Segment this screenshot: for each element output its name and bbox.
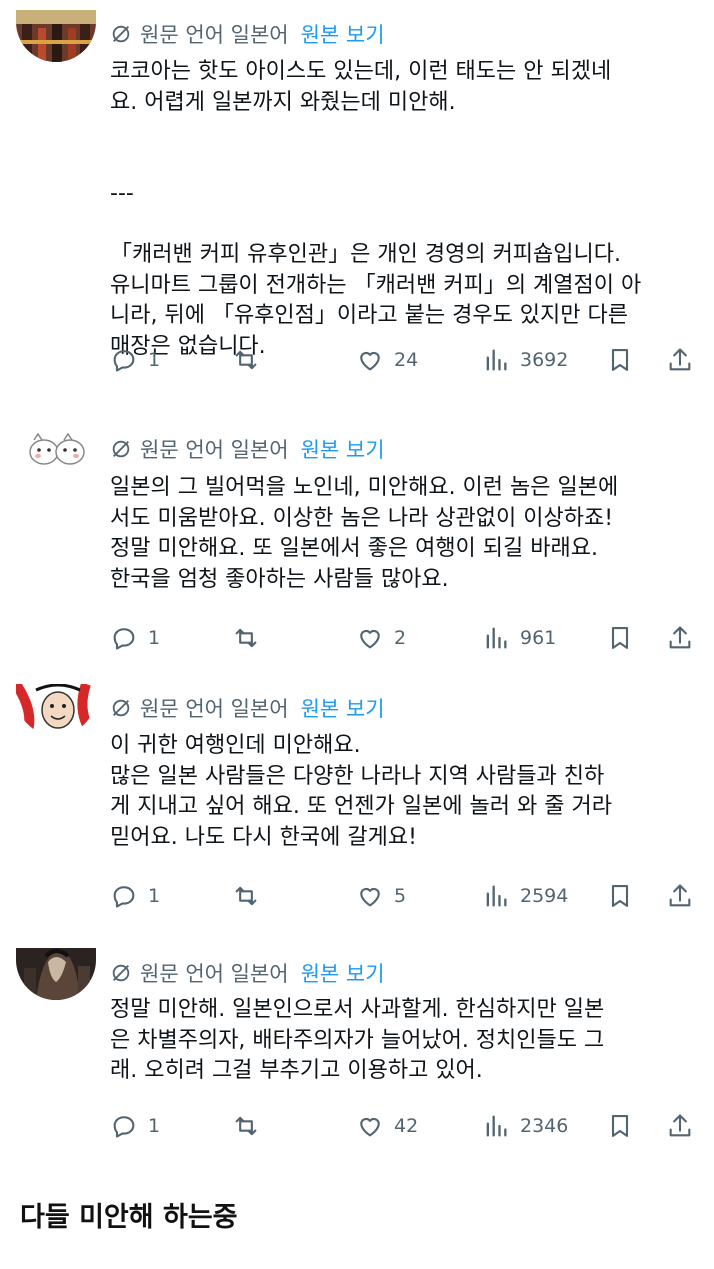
bookmark-button[interactable] bbox=[606, 624, 634, 652]
action-bar: 1 5 2594 bbox=[110, 880, 700, 912]
repost-icon bbox=[235, 628, 257, 648]
reply-text: 이 귀한 여행인데 미안해요. 많은 일본 사람들은 다양한 나라나 지역 사람… bbox=[110, 733, 612, 850]
comment-icon bbox=[113, 1116, 135, 1138]
reply-button[interactable]: 1 bbox=[110, 346, 160, 374]
reply-button[interactable]: 1 bbox=[110, 1112, 160, 1140]
like-count: 24 bbox=[394, 349, 419, 371]
view-count: 2594 bbox=[520, 885, 569, 907]
reply-count: 1 bbox=[148, 627, 161, 649]
bookmark-button[interactable] bbox=[606, 882, 634, 910]
avatar[interactable] bbox=[16, 684, 96, 736]
action-bar: 1 42 2346 bbox=[110, 1110, 700, 1142]
show-original-link[interactable]: 원본 보기 bbox=[301, 434, 385, 464]
avatar[interactable] bbox=[16, 948, 96, 1000]
views-button[interactable]: 2346 bbox=[482, 1112, 568, 1140]
bookmark-icon bbox=[611, 627, 629, 649]
view-count: 961 bbox=[520, 627, 557, 649]
like-count: 42 bbox=[394, 1115, 419, 1137]
translation-label: 원문 언어 일본어 bbox=[140, 438, 289, 462]
views-icon bbox=[486, 885, 507, 907]
bookmark-icon bbox=[611, 885, 629, 907]
like-button[interactable]: 2 bbox=[356, 624, 406, 652]
heart-icon bbox=[360, 351, 380, 371]
reply-count: 1 bbox=[148, 1115, 161, 1137]
comment-icon bbox=[113, 628, 135, 650]
repost-icon bbox=[235, 350, 257, 370]
show-original-link[interactable]: 원본 보기 bbox=[301, 693, 385, 723]
translation-label: 원문 언어 일본어 bbox=[140, 697, 289, 721]
show-original-link[interactable]: 원본 보기 bbox=[301, 958, 385, 988]
heart-icon bbox=[360, 1117, 380, 1137]
translation-notice: 원문 언어 일본어 원본 보기 bbox=[110, 434, 385, 464]
view-count: 3692 bbox=[520, 349, 569, 371]
no-translation-icon bbox=[112, 440, 130, 458]
views-button[interactable]: 2594 bbox=[482, 882, 568, 910]
repost-button[interactable] bbox=[232, 1112, 260, 1140]
like-count: 2 bbox=[394, 627, 407, 649]
share-icon bbox=[669, 626, 691, 649]
translation-label: 원문 언어 일본어 bbox=[140, 962, 289, 986]
share-button[interactable] bbox=[666, 624, 694, 652]
avatar[interactable] bbox=[16, 416, 96, 480]
views-icon bbox=[486, 349, 507, 371]
repost-button[interactable] bbox=[232, 624, 260, 652]
reply-count: 1 bbox=[148, 349, 161, 371]
share-icon bbox=[669, 1114, 691, 1137]
reply-text: 코코아는 핫도 아이스도 있는데, 이런 태도는 안 되겠네 요. 어렵게 일본… bbox=[110, 59, 642, 359]
avatar[interactable] bbox=[16, 10, 96, 62]
reply-button[interactable]: 1 bbox=[110, 882, 160, 910]
repost-icon bbox=[235, 1116, 257, 1136]
view-count: 2346 bbox=[520, 1115, 569, 1137]
heart-icon bbox=[360, 887, 380, 907]
bookmark-button[interactable] bbox=[606, 346, 634, 374]
footer-caption: 다들 미안해 하는중 bbox=[20, 1202, 238, 1233]
no-translation-icon bbox=[112, 699, 130, 717]
repost-icon bbox=[235, 886, 257, 906]
show-original-link[interactable]: 원본 보기 bbox=[301, 19, 385, 49]
views-icon bbox=[486, 1115, 507, 1137]
views-button[interactable]: 3692 bbox=[482, 346, 568, 374]
comment-icon bbox=[113, 886, 135, 908]
share-button[interactable] bbox=[666, 882, 694, 910]
translation-notice: 원문 언어 일본어 원본 보기 bbox=[110, 693, 385, 723]
views-button[interactable]: 961 bbox=[482, 624, 556, 652]
translation-notice: 원문 언어 일본어 원본 보기 bbox=[110, 958, 385, 988]
share-icon bbox=[669, 348, 691, 371]
heart-icon bbox=[360, 629, 380, 649]
like-count: 5 bbox=[394, 885, 407, 907]
like-button[interactable]: 5 bbox=[356, 882, 406, 910]
no-translation-icon bbox=[112, 25, 130, 43]
action-bar: 1 2 961 bbox=[110, 622, 700, 654]
bookmark-button[interactable] bbox=[606, 1112, 634, 1140]
share-icon bbox=[669, 884, 691, 907]
share-button[interactable] bbox=[666, 346, 694, 374]
reply-text: 정말 미안해. 일본인으로서 사과할게. 한심하지만 일본 은 차별주의자, 배… bbox=[110, 997, 605, 1083]
action-bar: 1 24 3692 bbox=[110, 344, 700, 376]
like-button[interactable]: 24 bbox=[356, 346, 418, 374]
reply-text: 일본의 그 빌어먹을 노인네, 미안해요. 이런 놈은 일본에 서도 미움받아요… bbox=[110, 475, 619, 592]
bookmark-icon bbox=[611, 1115, 629, 1137]
reply-button[interactable]: 1 bbox=[110, 624, 160, 652]
repost-button[interactable] bbox=[232, 882, 260, 910]
repost-button[interactable] bbox=[232, 346, 260, 374]
translation-notice: 원문 언어 일본어 원본 보기 bbox=[110, 19, 385, 49]
like-button[interactable]: 42 bbox=[356, 1112, 418, 1140]
comment-icon bbox=[113, 350, 135, 372]
views-icon bbox=[486, 627, 507, 649]
bookmark-icon bbox=[611, 349, 629, 371]
share-button[interactable] bbox=[666, 1112, 694, 1140]
reply-count: 1 bbox=[148, 885, 161, 907]
no-translation-icon bbox=[112, 964, 130, 982]
translation-label: 원문 언어 일본어 bbox=[140, 23, 289, 47]
